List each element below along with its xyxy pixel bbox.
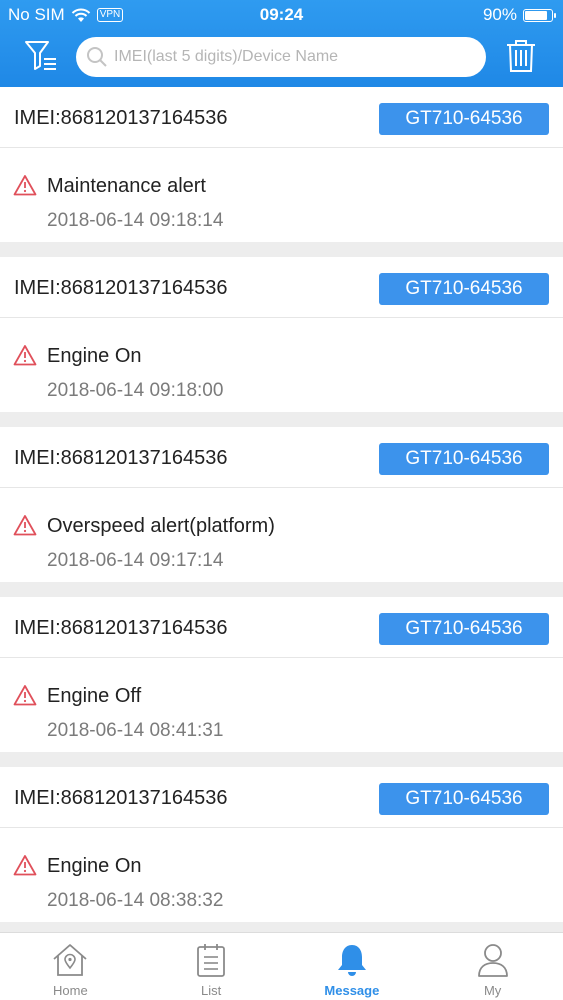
message-card[interactable]: IMEI:868120137164536 GT710-64536 Engine … [0, 257, 563, 412]
search-icon [87, 47, 107, 67]
status-time: 09:24 [259, 5, 304, 24]
alert-timestamp: 2018-06-14 09:18:14 [47, 210, 224, 231]
tab-list[interactable]: List [141, 933, 282, 1000]
alert-timestamp: 2018-06-14 09:18:00 [47, 380, 224, 401]
tab-label: Message [324, 983, 380, 998]
trash-icon [507, 40, 535, 72]
warning-icon [13, 175, 37, 196]
message-card[interactable]: IMEI:868120137164536 GT710-64536 Mainten… [0, 87, 563, 242]
tab-label: Home [53, 983, 88, 998]
alert-type: Engine On [47, 855, 142, 877]
warning-icon [13, 515, 37, 536]
alert-type: Engine On [47, 345, 142, 367]
alert-timestamp: 2018-06-14 08:41:31 [47, 720, 224, 741]
warning-icon [13, 685, 37, 706]
status-bar: No SIM VPN 09:24 90% [0, 0, 563, 30]
app-header: No SIM VPN 09:24 90% [0, 0, 563, 87]
device-name-badge[interactable]: GT710-64536 [379, 613, 549, 645]
alert-type: Engine Off [47, 685, 142, 707]
imei-label: IMEI:868120137164536 [14, 787, 228, 809]
tab-home[interactable]: Home [0, 933, 141, 1000]
user-icon [477, 944, 508, 977]
battery-icon [523, 8, 556, 22]
alert-timestamp: 2018-06-14 09:17:14 [47, 550, 224, 571]
device-name-badge[interactable]: GT710-64536 [379, 273, 549, 305]
tab-label: List [201, 983, 222, 998]
filter-button[interactable] [22, 38, 62, 74]
alert-timestamp: 2018-06-14 08:38:32 [47, 890, 224, 911]
tab-message[interactable]: Message [282, 933, 423, 1000]
list-icon [197, 944, 226, 977]
home-icon [53, 944, 87, 976]
delete-button[interactable] [503, 38, 539, 74]
imei-label: IMEI:868120137164536 [14, 277, 228, 299]
bell-icon [337, 945, 366, 976]
device-name-badge[interactable]: GT710-64536 [379, 443, 549, 475]
imei-label: IMEI:868120137164536 [14, 107, 228, 129]
filter-icon [25, 41, 56, 70]
device-name-badge[interactable]: GT710-64536 [379, 783, 549, 815]
alert-type: Maintenance alert [47, 175, 206, 197]
message-list: IMEI:868120137164536 GT710-64536 Mainten… [0, 87, 563, 937]
imei-label: IMEI:868120137164536 [14, 617, 228, 639]
warning-icon [13, 345, 37, 366]
tab-label: My [483, 983, 502, 998]
message-card[interactable]: IMEI:868120137164536 GT710-64536 Engine … [0, 597, 563, 752]
message-card[interactable]: IMEI:868120137164536 GT710-64536 Engine … [0, 767, 563, 922]
device-name-badge[interactable]: GT710-64536 [379, 103, 549, 135]
search-bar[interactable] [76, 37, 486, 77]
alert-type: Overspeed alert(platform) [47, 515, 275, 537]
bottom-tab-bar: Home List Message My [0, 932, 563, 1000]
imei-label: IMEI:868120137164536 [14, 447, 228, 469]
message-card[interactable]: IMEI:868120137164536 GT710-64536 Overspe… [0, 427, 563, 582]
tab-my[interactable]: My [422, 933, 563, 1000]
battery-percent: 90% [482, 5, 517, 24]
search-input[interactable] [114, 48, 474, 66]
warning-icon [13, 855, 37, 876]
